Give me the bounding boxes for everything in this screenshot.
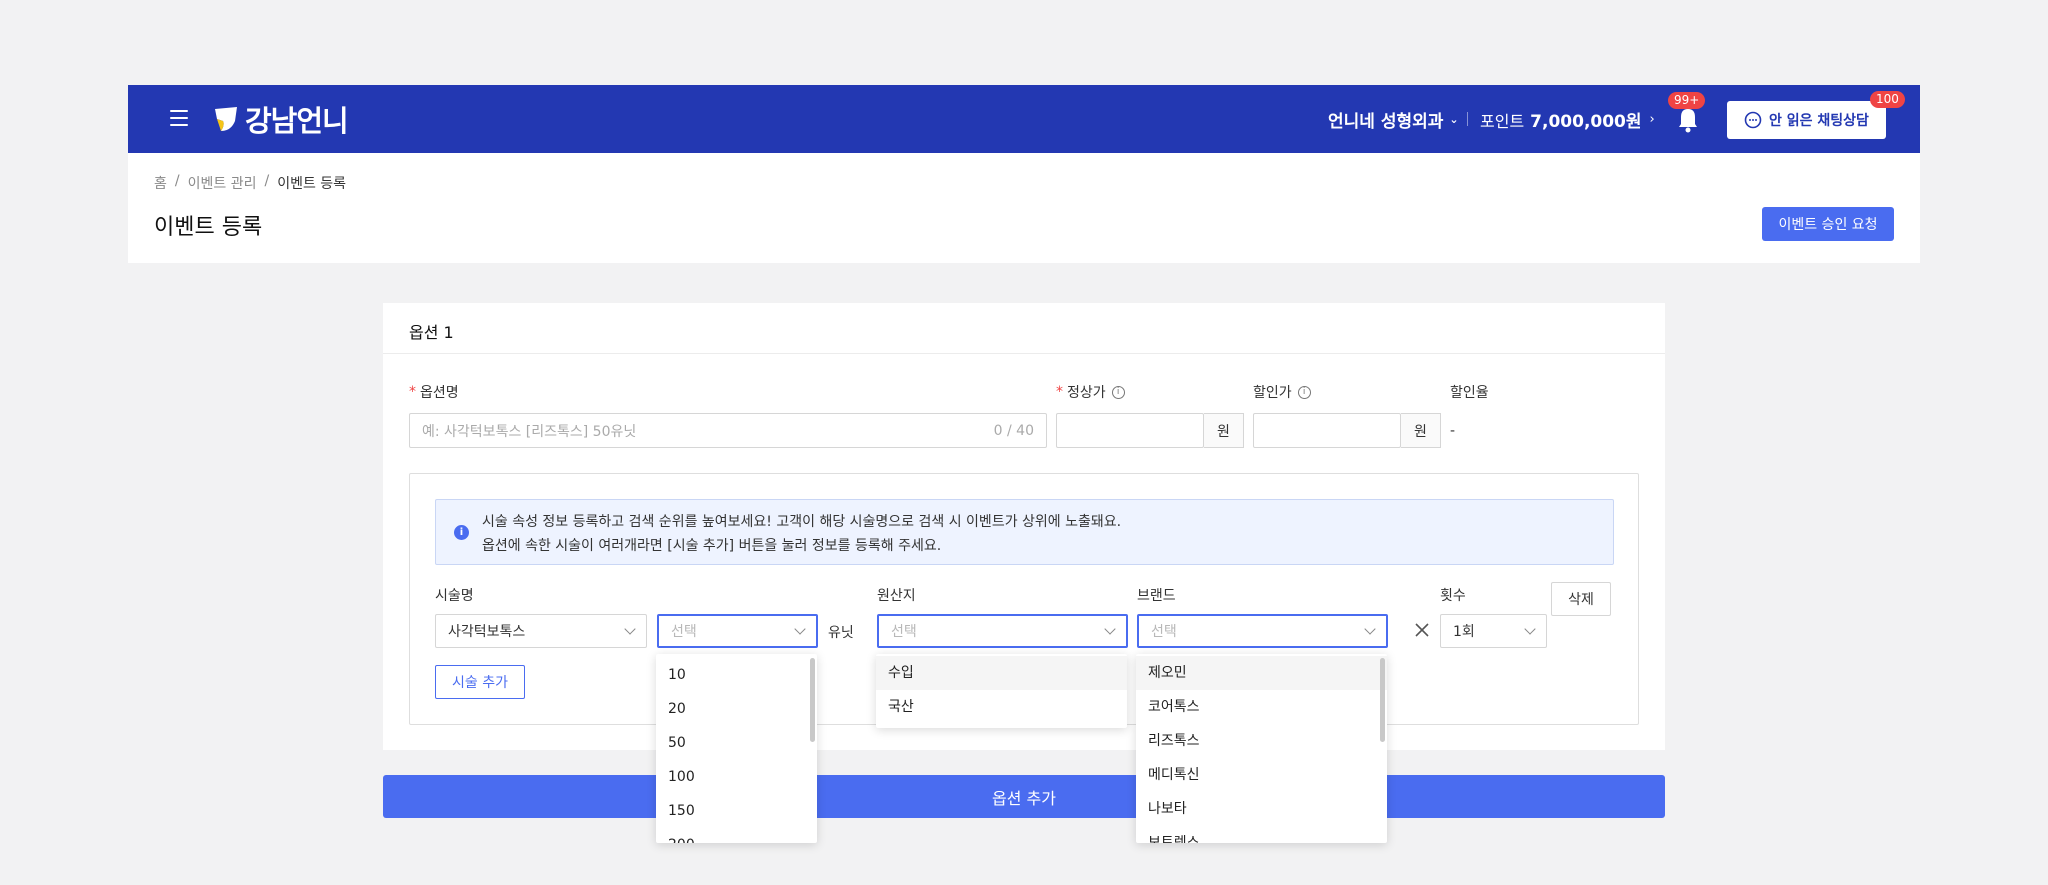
regular-price-unit: 원 <box>1204 413 1244 448</box>
discount-rate-label: 할인율 <box>1450 385 1489 401</box>
unit-suffix: 유닛 <box>828 625 854 641</box>
required-mark: * <box>1056 384 1063 400</box>
points-link[interactable]: 포인트 7,000,000원 › <box>1480 107 1655 133</box>
chevron-down-icon: ⌄ <box>1449 113 1459 126</box>
origin-dropdown: 수입 국산 <box>876 654 1127 728</box>
brand-option[interactable]: 나보타 <box>1136 792 1387 826</box>
chevron-down-icon <box>794 622 806 635</box>
treatment-name-value: 사각턱보톡스 <box>448 624 526 640</box>
divider <box>1467 112 1468 126</box>
unit-option[interactable]: 10 <box>656 658 817 692</box>
discount-price-input[interactable] <box>1253 413 1401 448</box>
logo[interactable]: 강남언니 <box>213 101 349 138</box>
hospital-selector[interactable]: 언니네 성형외과 ⌄ <box>1328 107 1459 132</box>
notice-line-2: 옵션에 속한 시술이 여러개라면 [시술 추가] 버튼을 눌러 정보를 등록해 … <box>482 538 942 554</box>
unit-option[interactable]: 100 <box>656 760 817 794</box>
count-value: 1회 <box>1453 624 1475 640</box>
unit-placeholder: 선택 <box>671 624 697 640</box>
bell-icon[interactable] <box>1676 107 1700 133</box>
delete-button[interactable]: 삭제 <box>1551 582 1611 616</box>
regular-price-input[interactable] <box>1056 413 1204 448</box>
regular-price-label: * 정상가 i <box>1056 382 1125 402</box>
breadcrumb: 홈 / 이벤트 관리 / 이벤트 등록 <box>154 173 354 193</box>
chevron-down-icon <box>1104 622 1116 635</box>
request-approval-button[interactable]: 이벤트 승인 요청 <box>1762 207 1894 241</box>
brand-dropdown: 제오민 코어톡스 리즈톡스 메디톡신 나보타 보트렉스 <box>1136 654 1387 843</box>
add-option-button[interactable]: 옵션 추가 <box>383 775 1665 818</box>
discount-price-unit: 원 <box>1401 413 1441 448</box>
menu-icon[interactable] <box>170 110 188 126</box>
breadcrumb-current: 이벤트 등록 <box>277 176 347 192</box>
logo-icon <box>215 107 237 131</box>
treatment-name-select[interactable]: 사각턱보톡스 <box>435 614 647 648</box>
origin-placeholder: 선택 <box>891 624 917 640</box>
count-select[interactable]: 1회 <box>1440 614 1547 648</box>
breadcrumb-event-management[interactable]: 이벤트 관리 <box>188 173 257 193</box>
page-header: 홈 / 이벤트 관리 / 이벤트 등록 이벤트 등록 이벤트 승인 요청 <box>128 153 1920 263</box>
option-name-label: * 옵션명 <box>409 382 459 402</box>
unit-option[interactable]: 20 <box>656 692 817 726</box>
brand-option[interactable]: 보트렉스 <box>1136 826 1387 843</box>
scrollbar[interactable] <box>810 658 815 742</box>
info-icon[interactable]: i <box>1111 385 1125 399</box>
regular-price-label-text: 정상가 <box>1067 385 1106 401</box>
brand-option[interactable]: 리즈톡스 <box>1136 724 1387 758</box>
option-name-placeholder: 예: 사각턱보톡스 [리즈톡스] 50유닛 <box>422 423 637 440</box>
discount-price-label: 할인가 i <box>1253 382 1311 402</box>
option-name-counter: 0 / 40 <box>993 422 1034 439</box>
close-icon[interactable] <box>1414 622 1430 638</box>
chevron-right-icon: › <box>1649 112 1655 127</box>
chat-bubble-icon <box>1744 111 1762 129</box>
option-title: 옵션 1 <box>409 323 454 342</box>
notification-badge: 99+ <box>1668 92 1706 109</box>
unit-select[interactable]: 선택 <box>657 614 818 648</box>
discount-price-label-text: 할인가 <box>1253 385 1292 401</box>
brand-label: 브랜드 <box>1137 588 1176 604</box>
notice-line-1: 시술 속성 정보 등록하고 검색 순위를 높여보세요! 고객이 해당 시술명으로… <box>482 514 1122 530</box>
divider <box>383 353 1665 354</box>
chevron-down-icon <box>1524 622 1536 635</box>
origin-select[interactable]: 선택 <box>877 614 1128 648</box>
info-icon: i <box>454 525 469 540</box>
treatment-name-label: 시술명 <box>435 588 474 604</box>
origin-option[interactable]: 국산 <box>876 690 1127 724</box>
brand-option[interactable]: 코어톡스 <box>1136 690 1387 724</box>
required-mark: * <box>409 384 416 400</box>
origin-label: 원산지 <box>877 588 916 604</box>
points-label: 포인트 <box>1480 111 1525 131</box>
unit-option[interactable]: 150 <box>656 794 817 828</box>
brand-option[interactable]: 메디톡신 <box>1136 758 1387 792</box>
add-treatment-button[interactable]: 시술 추가 <box>435 665 525 699</box>
info-icon[interactable]: i <box>1297 385 1311 399</box>
breadcrumb-separator: / <box>264 173 270 189</box>
chevron-down-icon <box>624 622 636 635</box>
chat-badge: 100 <box>1870 91 1905 108</box>
breadcrumb-home[interactable]: 홈 <box>154 173 167 193</box>
logo-text: 강남언니 <box>245 104 349 138</box>
scrollbar[interactable] <box>1380 658 1385 742</box>
option-name-label-text: 옵션명 <box>420 385 459 401</box>
breadcrumb-separator: / <box>174 173 180 189</box>
hospital-name: 언니네 성형외과 <box>1328 112 1444 132</box>
count-label: 횟수 <box>1440 588 1466 604</box>
discount-rate-value: - <box>1450 423 1456 439</box>
option-name-input[interactable]: 예: 사각턱보톡스 [리즈톡스] 50유닛 0 / 40 <box>409 413 1047 448</box>
unit-option[interactable]: 50 <box>656 726 817 760</box>
brand-select[interactable]: 선택 <box>1137 614 1388 648</box>
chevron-down-icon <box>1364 622 1376 635</box>
info-notice: i 시술 속성 정보 등록하고 검색 순위를 높여보세요! 고객이 해당 시술명… <box>435 499 1614 565</box>
chat-button-label: 안 읽은 채팅상담 <box>1769 113 1869 129</box>
unit-dropdown: 10 20 50 100 150 200 <box>656 654 817 843</box>
origin-option[interactable]: 수입 <box>876 656 1127 690</box>
unread-chat-button[interactable]: 안 읽은 채팅상담 <box>1727 101 1886 139</box>
brand-placeholder: 선택 <box>1151 624 1177 640</box>
unit-option[interactable]: 200 <box>656 828 817 843</box>
top-navigation-bar: 강남언니 언니네 성형외과 ⌄ 포인트 7,000,000원 › 99+ 안 읽… <box>128 85 1920 153</box>
page-title: 이벤트 등록 <box>154 215 263 240</box>
points-value: 7,000,000원 <box>1530 112 1642 132</box>
brand-option[interactable]: 제오민 <box>1136 656 1387 690</box>
